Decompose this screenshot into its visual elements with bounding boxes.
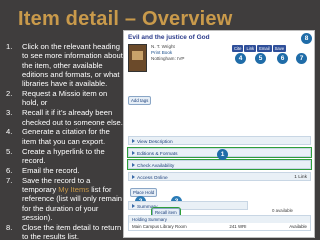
- callout-8: 8: [301, 33, 312, 44]
- step-text: Email the record.: [22, 165, 80, 175]
- published-label: Nottingham: IVP: [151, 56, 185, 61]
- availability-note: 0 available: [272, 208, 293, 213]
- section-label: View Description: [137, 139, 173, 145]
- step-text: Recall it if it’s already been checked o…: [22, 108, 123, 127]
- holdings-table: Holding Summary Main Campus Library Room…: [128, 215, 311, 231]
- holdings-heading: Holding Summary: [129, 216, 310, 223]
- holding-location: Main Campus Library Room: [132, 224, 187, 229]
- add-tags-button[interactable]: Add tags: [128, 96, 152, 105]
- steps-list: 1. Click on the relevant heading to see m…: [4, 42, 124, 240]
- step-number: 4.: [6, 127, 13, 137]
- step-item: 4. Generate a citation for the item that …: [4, 127, 124, 146]
- callout-5: 5: [255, 53, 266, 64]
- callout-7: 7: [296, 53, 307, 64]
- step-number: 1.: [6, 42, 13, 51]
- step-item: 6. Email the record.: [4, 166, 124, 175]
- step-item: 2. Request a Missio item on hold, or: [4, 89, 124, 108]
- slide-title: Item detail – Overview: [18, 8, 233, 30]
- view-description-heading[interactable]: View Description: [128, 136, 311, 145]
- step-item: 5. Create a hyperlink to the record.: [4, 147, 124, 166]
- expand-arrow-icon: [132, 203, 135, 208]
- step-number: 6.: [6, 165, 13, 175]
- check-availability-heading[interactable]: Check Availability: [127, 159, 312, 170]
- section-label: Access Online: [137, 175, 168, 181]
- expand-arrow-icon: [132, 150, 135, 155]
- book-cover-image: [128, 44, 147, 72]
- record-title[interactable]: Evil and the justice of God: [128, 34, 210, 41]
- access-online-count: 1 Link: [294, 174, 307, 180]
- expand-arrow-icon: [132, 174, 135, 179]
- link-button[interactable]: Link: [244, 45, 257, 52]
- step-number: 2.: [6, 89, 13, 99]
- holding-call-number: 241 WRI: [229, 224, 247, 229]
- holding-status: Available: [289, 224, 307, 229]
- summary-heading[interactable]: Summary: [128, 201, 248, 210]
- step-text: Request a Missio item on hold, or: [22, 89, 108, 108]
- step-text: Generate a citation for the item that yo…: [22, 127, 110, 146]
- save-button[interactable]: Save: [272, 45, 287, 52]
- step-text: Click on the relevant heading to see mor…: [22, 42, 123, 89]
- section-label: Check Availability: [137, 163, 175, 169]
- item-detail-screenshot: Evil and the justice of God 8 Cite Link …: [123, 30, 315, 238]
- expand-arrow-icon: [132, 138, 135, 143]
- callout-1: 1: [217, 149, 228, 160]
- step-item: 8. Close the item detail to return to the…: [4, 223, 124, 240]
- step-text: Create a hyperlink to the record.: [22, 146, 105, 165]
- expand-arrow-icon: [132, 162, 135, 167]
- email-button[interactable]: Email: [257, 45, 272, 52]
- step-number: 5.: [6, 146, 13, 156]
- cite-button[interactable]: Cite: [232, 45, 244, 52]
- access-online-heading[interactable]: Access Online 1 Link: [128, 172, 311, 181]
- step-number: 7.: [6, 175, 13, 185]
- step-item: 3. Recall it if it’s already been checked…: [4, 108, 124, 127]
- step-item: 7. Save the record to a temporary My Item…: [4, 176, 124, 222]
- section-label: Editions & Formats: [137, 151, 178, 157]
- callout-6: 6: [277, 53, 288, 64]
- record-meta: N. T. Wright Print Book Nottingham: IVP: [151, 44, 184, 62]
- step-item: 1. Click on the relevant heading to see m…: [4, 42, 124, 88]
- my-items-link[interactable]: My Items: [58, 185, 89, 194]
- step-text: Close the item detail to return to the r…: [22, 222, 122, 240]
- callout-4: 4: [235, 53, 246, 64]
- place-hold-button[interactable]: Place Hold: [130, 188, 158, 197]
- table-row: Main Campus Library Room 241 WRI Availab…: [129, 223, 310, 230]
- step-number: 3.: [6, 108, 13, 118]
- step-number: 8.: [6, 222, 13, 232]
- record-toolbar: Cite Link Email Save: [232, 45, 287, 52]
